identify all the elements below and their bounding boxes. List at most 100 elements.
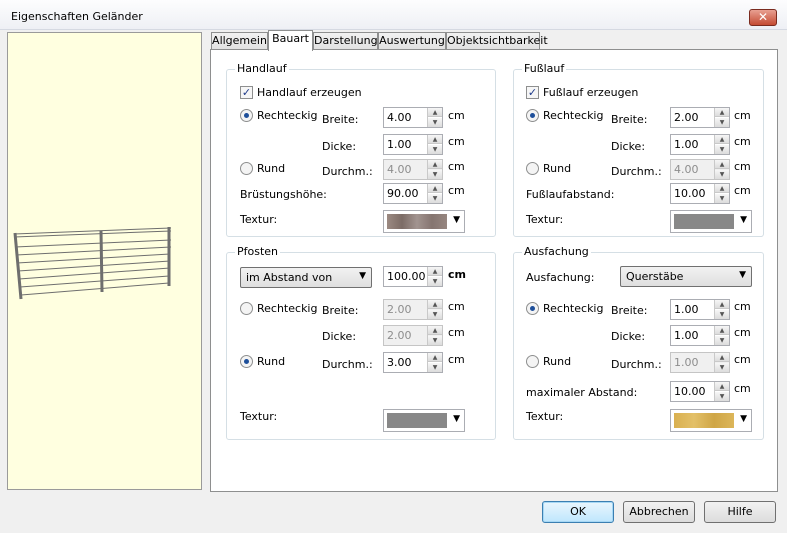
pfosten-texture-dropdown[interactable]: ▼	[383, 409, 465, 432]
dropdown-arrow-icon: ▼	[359, 271, 366, 281]
pfosten-durchm-spinner[interactable]: 3.00 ▲ ▼	[383, 352, 443, 373]
ausfachung-durchm-label: Durchm.:	[611, 358, 662, 371]
handlauf-rect-radio[interactable]	[240, 109, 253, 122]
pfosten-rund-radio[interactable]	[240, 355, 253, 368]
spin-down-icon[interactable]: ▼	[428, 336, 442, 345]
spin-down-icon[interactable]: ▼	[428, 277, 442, 286]
spin-up-icon[interactable]: ▲	[428, 160, 442, 169]
spin-down-icon[interactable]: ▼	[715, 170, 729, 179]
spin-up-icon[interactable]: ▲	[428, 267, 442, 276]
dropdown-arrow-icon: ▼	[739, 270, 746, 280]
spin-down-icon[interactable]: ▼	[428, 194, 442, 203]
spin-up-icon[interactable]: ▲	[715, 135, 729, 144]
handlauf-bh-label: Brüstungshöhe:	[240, 188, 327, 201]
help-button[interactable]: Hilfe	[704, 501, 776, 523]
ausfachung-breite-spinner[interactable]: 1.00 ▲ ▼	[670, 299, 730, 320]
handlauf-checkbox-label: Handlauf erzeugen	[257, 86, 362, 99]
texture-swatch	[387, 214, 447, 229]
ok-button[interactable]: OK	[542, 501, 614, 523]
spin-up-icon[interactable]: ▲	[715, 184, 729, 193]
fusslauf-dicke-spinner[interactable]: 1.00 ▲ ▼	[670, 134, 730, 155]
ausfachung-max-spinner[interactable]: 10.00 ▲ ▼	[670, 381, 730, 402]
unit-label: cm	[734, 135, 751, 148]
pfosten-breite-spinner[interactable]: 2.00 ▲ ▼	[383, 299, 443, 320]
cancel-button[interactable]: Abbrechen	[623, 501, 695, 523]
fusslauf-rect-radio[interactable]	[526, 109, 539, 122]
pfosten-abstand-spinner[interactable]: 100.00 ▲ ▼	[383, 266, 443, 287]
fusslauf-texture-dropdown[interactable]: ▼	[670, 210, 752, 233]
spin-up-icon[interactable]: ▲	[428, 184, 442, 193]
pfosten-mode-select[interactable]: im Abstand von ▼	[240, 267, 372, 288]
ausfachung-label: Ausfachung:	[526, 271, 595, 284]
group-title: Ausfachung	[522, 245, 591, 258]
unit-label: cm	[448, 184, 465, 197]
ausfachung-texture-dropdown[interactable]: ▼	[670, 409, 752, 432]
title-bar: Eigenschaften Geländer ✕	[0, 0, 787, 30]
handlauf-checkbox[interactable]: ✓	[240, 86, 253, 99]
spin-down-icon[interactable]: ▼	[428, 170, 442, 179]
spin-up-icon[interactable]: ▲	[428, 353, 442, 362]
spin-up-icon[interactable]: ▲	[715, 108, 729, 117]
unit-label: cm	[734, 109, 751, 122]
tab-darstellung[interactable]: Darstellung	[313, 32, 378, 50]
fusslauf-breite-spinner[interactable]: 2.00 ▲ ▼	[670, 107, 730, 128]
group-handlauf: Handlauf ✓ Handlauf erzeugen Rechteckig …	[226, 62, 496, 237]
pfosten-dicke-spinner[interactable]: 2.00 ▲ ▼	[383, 325, 443, 346]
unit-label: cm	[734, 382, 751, 395]
handlauf-dicke-label: Dicke:	[322, 140, 357, 153]
spin-up-icon[interactable]: ▲	[428, 326, 442, 335]
fusslauf-dicke-label: Dicke:	[611, 140, 646, 153]
handlauf-texture-dropdown[interactable]: ▼	[383, 210, 465, 233]
spin-up-icon[interactable]: ▲	[715, 300, 729, 309]
spin-up-icon[interactable]: ▲	[428, 300, 442, 309]
fusslauf-rund-radio[interactable]	[526, 162, 539, 175]
pfosten-textur-label: Textur:	[240, 410, 278, 423]
spin-down-icon[interactable]: ▼	[715, 363, 729, 372]
spin-down-icon[interactable]: ▼	[428, 363, 442, 372]
spin-up-icon[interactable]: ▲	[715, 160, 729, 169]
spin-down-icon[interactable]: ▼	[715, 310, 729, 319]
tab-bauart[interactable]: Bauart	[268, 30, 313, 51]
spin-down-icon[interactable]: ▼	[715, 118, 729, 127]
ausfachung-durchm-spinner[interactable]: 1.00 ▲ ▼	[670, 352, 730, 373]
ausfachung-rund-radio[interactable]	[526, 355, 539, 368]
spin-up-icon[interactable]: ▲	[715, 326, 729, 335]
spin-up-icon[interactable]: ▲	[428, 108, 442, 117]
handlauf-bh-spinner[interactable]: 90.00 ▲ ▼	[383, 183, 443, 204]
tab-allgemein[interactable]: Allgemein	[211, 32, 268, 50]
pfosten-rect-radio[interactable]	[240, 302, 253, 315]
fusslauf-abstand-spinner[interactable]: 10.00 ▲ ▼	[670, 183, 730, 204]
spin-up-icon[interactable]: ▲	[715, 382, 729, 391]
spin-down-icon[interactable]: ▼	[715, 336, 729, 345]
unit-label: cm	[448, 268, 466, 281]
ausfachung-dicke-spinner[interactable]: 1.00 ▲ ▼	[670, 325, 730, 346]
spin-down-icon[interactable]: ▼	[428, 310, 442, 319]
spin-down-icon[interactable]: ▼	[715, 392, 729, 401]
pfosten-durchm-label: Durchm.:	[322, 358, 373, 371]
spin-down-icon[interactable]: ▼	[428, 145, 442, 154]
handlauf-breite-label: Breite:	[322, 113, 359, 126]
handlauf-durchm-spinner[interactable]: 4.00 ▲ ▼	[383, 159, 443, 180]
spin-down-icon[interactable]: ▼	[715, 194, 729, 203]
handlauf-rect-label: Rechteckig	[257, 109, 318, 122]
close-icon[interactable]: ✕	[749, 9, 777, 26]
railing-preview-drawing	[13, 227, 172, 300]
pfosten-rund-label: Rund	[257, 355, 286, 368]
spin-up-icon[interactable]: ▲	[428, 135, 442, 144]
pfosten-breite-label: Breite:	[322, 304, 359, 317]
fusslauf-durchm-spinner[interactable]: 4.00 ▲ ▼	[670, 159, 730, 180]
fusslauf-breite-label: Breite:	[611, 113, 648, 126]
handlauf-dicke-spinner[interactable]: 1.00 ▲ ▼	[383, 134, 443, 155]
ausfachung-mode-select[interactable]: Querstäbe ▼	[620, 266, 752, 287]
handlauf-breite-spinner[interactable]: 4.00 ▲ ▼	[383, 107, 443, 128]
spin-up-icon[interactable]: ▲	[715, 353, 729, 362]
pfosten-dicke-label: Dicke:	[322, 330, 357, 343]
spin-down-icon[interactable]: ▼	[715, 145, 729, 154]
handlauf-rund-radio[interactable]	[240, 162, 253, 175]
tab-auswertung[interactable]: Auswertung	[378, 32, 446, 50]
ausfachung-rect-radio[interactable]	[526, 302, 539, 315]
spin-down-icon[interactable]: ▼	[428, 118, 442, 127]
tab-objektsichtbarkeit[interactable]: Objektsichtbarkeit	[446, 32, 548, 50]
fusslauf-checkbox[interactable]: ✓	[526, 86, 539, 99]
ausfachung-dicke-label: Dicke:	[611, 330, 646, 343]
